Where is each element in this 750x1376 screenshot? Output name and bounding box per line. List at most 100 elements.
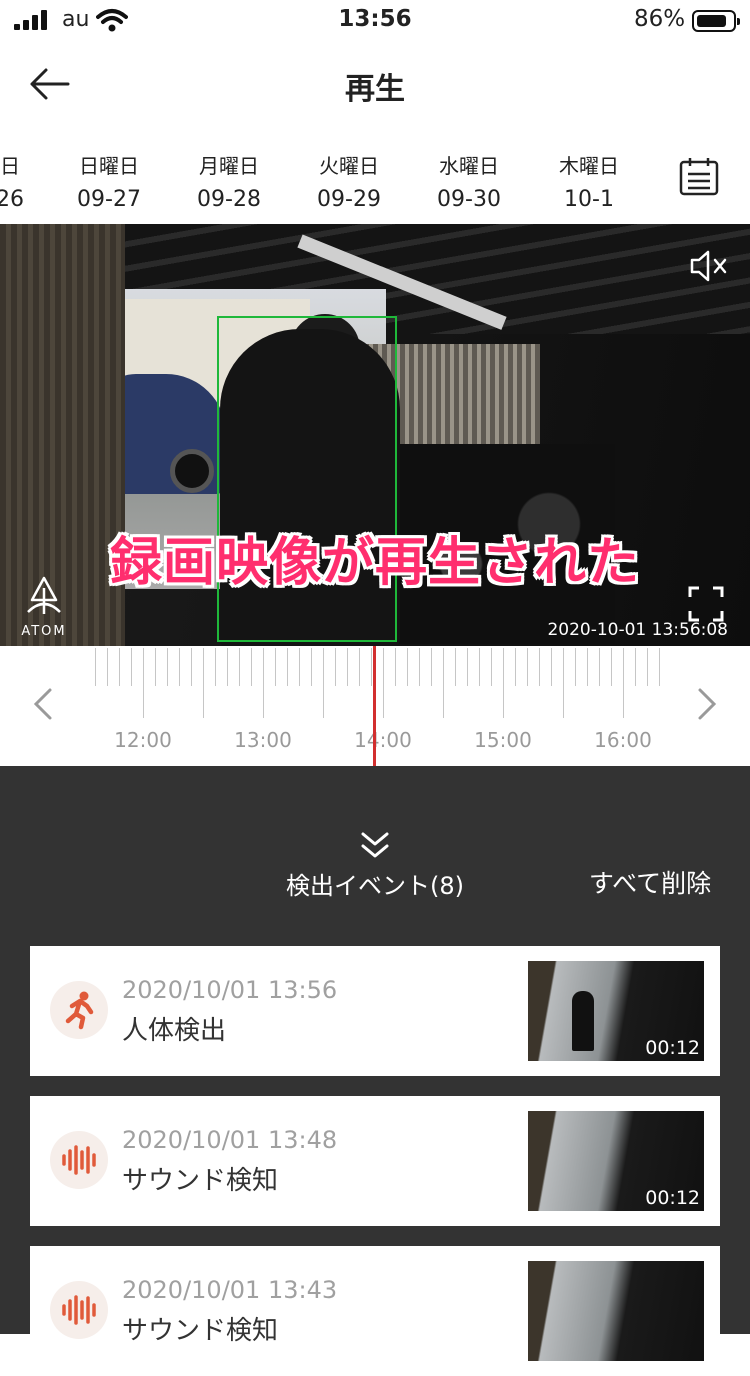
timeline-tick bbox=[95, 648, 96, 686]
timeline-tick bbox=[323, 648, 324, 718]
overlay-caption: 録画映像が再生された bbox=[109, 533, 640, 593]
weekday-label: 水曜日 bbox=[439, 154, 499, 178]
timeline-tick bbox=[203, 648, 204, 718]
timeline-tick bbox=[383, 648, 384, 718]
timeline-tick bbox=[407, 648, 408, 686]
timeline-tick bbox=[311, 648, 312, 686]
date-label: 09-29 bbox=[317, 187, 381, 212]
timeline-tick bbox=[539, 648, 540, 686]
event-card[interactable]: 2020/10/01 13:43 サウンド検知 bbox=[30, 1246, 720, 1376]
event-card[interactable]: 2020/10/01 13:56 人体検出 00:12 bbox=[30, 946, 720, 1076]
event-timestamp: 2020/10/01 13:56 bbox=[122, 976, 338, 1004]
timeline-tick bbox=[143, 648, 144, 718]
mute-icon[interactable] bbox=[688, 248, 730, 284]
timeline-tick bbox=[263, 648, 264, 718]
timeline-tick bbox=[107, 648, 108, 686]
events-panel: 検出イベント(8) すべて削除 2020/10/01 13:56 人体検出 00… bbox=[0, 766, 750, 1376]
date-label: 09-27 bbox=[77, 187, 141, 212]
timeline-tick bbox=[563, 648, 564, 718]
weekday-label: 火曜日 bbox=[319, 154, 379, 178]
event-type: サウンド検知 bbox=[122, 1166, 279, 1196]
timeline-tick bbox=[491, 648, 492, 686]
double-chevron-down-icon[interactable] bbox=[355, 830, 395, 864]
event-duration: 00:12 bbox=[645, 1187, 700, 1209]
timeline-tick bbox=[119, 648, 120, 686]
date-item-selected[interactable]: 木曜日 10-1 bbox=[534, 150, 644, 212]
date-label: 10-1 bbox=[564, 187, 614, 212]
timeline-tick bbox=[347, 648, 348, 686]
timeline-scrubber[interactable]: 12:00 13:00 14:00 15:00 16:00 bbox=[0, 646, 750, 766]
timeline-tick bbox=[191, 648, 192, 686]
timeline-label: 12:00 bbox=[114, 728, 172, 752]
events-title: 検出イベント(8) bbox=[286, 872, 464, 900]
timeline-tick bbox=[503, 648, 504, 718]
weekday-label: 木曜日 bbox=[559, 154, 619, 178]
running-person-icon bbox=[50, 981, 108, 1039]
event-thumbnail[interactable]: 00:12 bbox=[528, 1111, 704, 1211]
timeline-label: 16:00 bbox=[594, 728, 652, 752]
timeline-tick bbox=[587, 648, 588, 686]
status-bar: au 13:56 86% bbox=[0, 0, 750, 44]
timeline-tick bbox=[551, 648, 552, 686]
timeline-tick bbox=[467, 648, 468, 686]
timeline-tick bbox=[515, 648, 516, 686]
timeline-tick bbox=[167, 648, 168, 686]
timeline-tick bbox=[599, 648, 600, 686]
atom-logo-text: ATOM bbox=[21, 624, 67, 639]
weekday-label: 月曜日 bbox=[199, 154, 259, 178]
timeline-tick bbox=[623, 648, 624, 718]
timeline-tick bbox=[275, 648, 276, 686]
thumbnail-person bbox=[572, 991, 594, 1051]
timeline-cursor[interactable] bbox=[373, 646, 376, 766]
video-frame-wheel bbox=[170, 449, 214, 493]
calendar-icon[interactable] bbox=[678, 156, 720, 198]
battery-percent: 86% bbox=[634, 6, 686, 32]
timeline-tick bbox=[527, 648, 528, 686]
timeline-tick bbox=[131, 648, 132, 686]
event-thumbnail[interactable]: 00:12 bbox=[528, 961, 704, 1061]
timeline-tick bbox=[299, 648, 300, 686]
timeline-tick bbox=[359, 648, 360, 686]
date-item[interactable]: 日曜日 09-27 bbox=[54, 150, 164, 212]
timeline-tick bbox=[215, 648, 216, 686]
timeline-prev-icon[interactable] bbox=[28, 684, 58, 724]
page-title: 再生 bbox=[345, 72, 405, 107]
timeline-tick bbox=[575, 648, 576, 686]
timeline-label: 14:00 bbox=[354, 728, 412, 752]
video-timestamp: 2020-10-01 13:56:08 bbox=[547, 620, 728, 640]
date-item[interactable]: 月曜日 09-28 bbox=[174, 150, 284, 212]
event-timestamp: 2020/10/01 13:48 bbox=[122, 1126, 338, 1154]
date-item[interactable]: 火曜日 09-29 bbox=[294, 150, 404, 212]
timeline-next-icon[interactable] bbox=[692, 684, 722, 724]
timeline-label: 13:00 bbox=[234, 728, 292, 752]
timeline-tick bbox=[395, 648, 396, 686]
timeline-tick bbox=[239, 648, 240, 686]
sound-wave-icon bbox=[50, 1131, 108, 1189]
timeline-tick bbox=[635, 648, 636, 686]
event-thumbnail[interactable] bbox=[528, 1261, 704, 1361]
timeline-tick bbox=[227, 648, 228, 686]
event-type: 人体検出 bbox=[122, 1016, 227, 1046]
timeline-label: 15:00 bbox=[474, 728, 532, 752]
battery-icon bbox=[692, 10, 740, 32]
weekday-label: 日曜日 bbox=[79, 154, 139, 178]
event-card[interactable]: 2020/10/01 13:48 サウンド検知 00:12 bbox=[30, 1096, 720, 1226]
timeline-tick bbox=[251, 648, 252, 686]
timeline-tick bbox=[647, 648, 648, 686]
timeline-tick bbox=[179, 648, 180, 686]
date-label: 09-30 bbox=[437, 187, 501, 212]
date-label: 09-28 bbox=[197, 187, 261, 212]
event-timestamp: 2020/10/01 13:43 bbox=[122, 1276, 338, 1304]
timeline-tick bbox=[443, 648, 444, 718]
timeline-tick bbox=[335, 648, 336, 686]
event-type: サウンド検知 bbox=[122, 1316, 279, 1346]
timeline-tick bbox=[155, 648, 156, 686]
timeline-tick bbox=[479, 648, 480, 686]
date-item[interactable]: 水曜日 09-30 bbox=[414, 150, 524, 212]
sound-wave-icon bbox=[50, 1281, 108, 1339]
timeline-tick bbox=[611, 648, 612, 686]
timeline-tick bbox=[455, 648, 456, 686]
delete-all-button[interactable]: すべて削除 bbox=[566, 864, 734, 900]
timeline-tick bbox=[287, 648, 288, 686]
timeline-tick bbox=[371, 648, 372, 686]
